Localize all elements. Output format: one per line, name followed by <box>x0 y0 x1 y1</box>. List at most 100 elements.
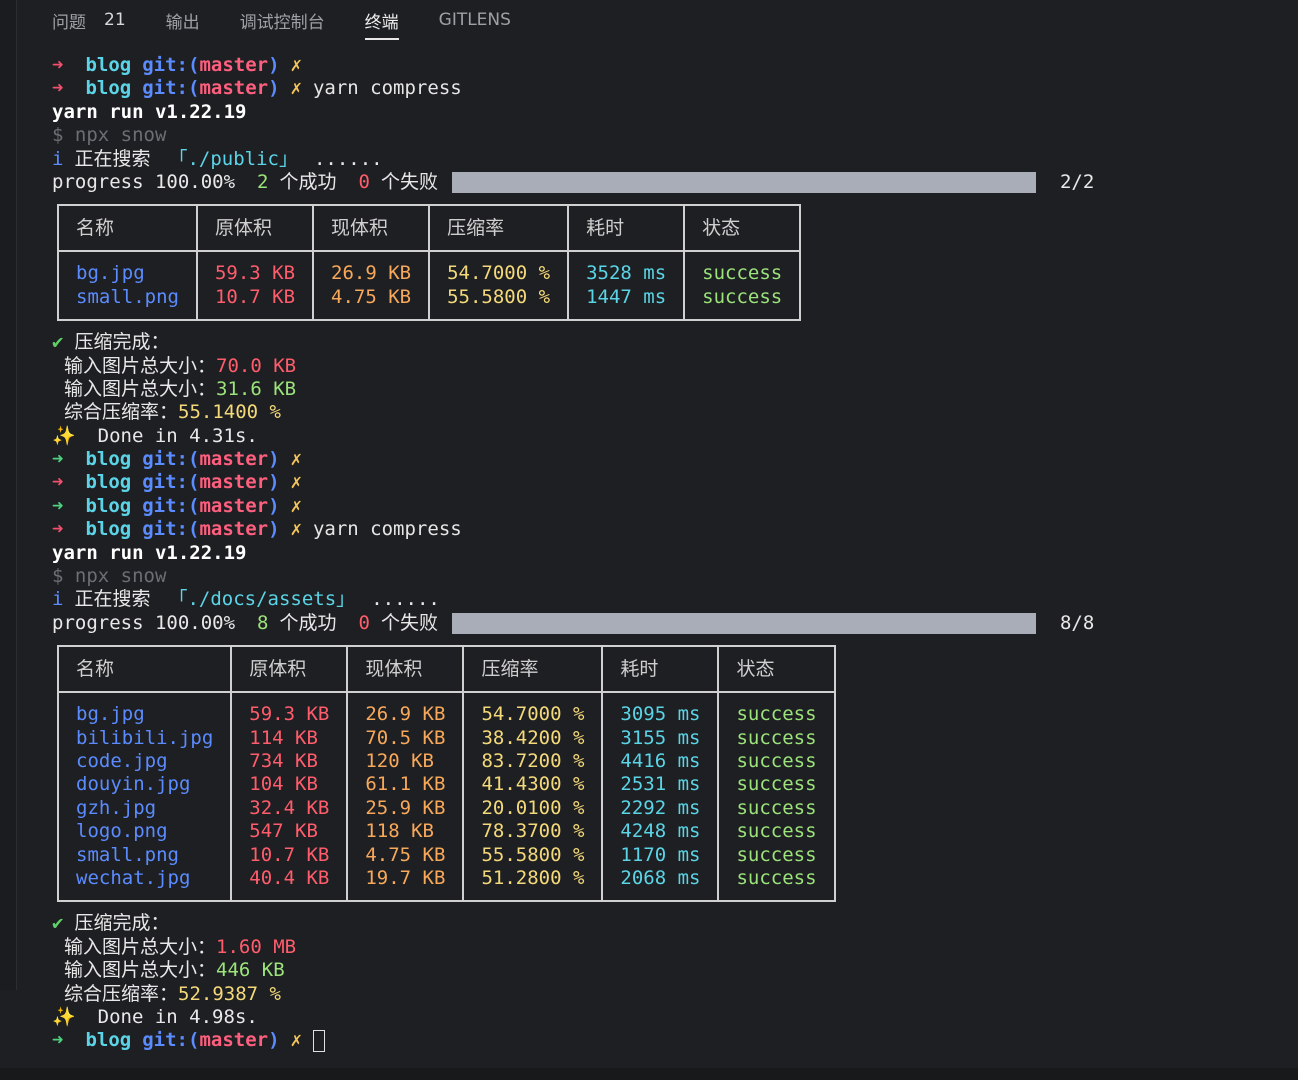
original-size: 40.4 KB <box>249 866 330 889</box>
done-title-line: ✔ 压缩完成： <box>52 912 1094 935</box>
prompt-branch: master <box>199 77 269 100</box>
table-row: bg.jpg small.png 59.3 KB 10.7 KB 26.9 KB 4.75… <box>57 250 802 322</box>
prompt-line: ➜ blog git:(master) ✗ yarn compress <box>52 518 1094 541</box>
prompt-arrow-icon: ➜ <box>52 494 64 517</box>
terminal-output[interactable]: ➜ blog git:(master) ✗ ➜ blog git:(master) ✗ yarn… <box>52 54 1094 1053</box>
prompt-arrow-icon: ➜ <box>52 518 64 541</box>
result-table: 名称 原体积 现体积 压缩率 耗时 状态 bg.jpg bilibili.jpg code.jp… <box>56 645 836 903</box>
tab-terminal[interactable]: 终端 <box>364 0 399 40</box>
done-time: Done in 4.98s. <box>97 1005 258 1028</box>
prompt-dirty-icon: ✗ <box>290 494 302 517</box>
yarn-version: yarn run v1.22.19 <box>52 541 247 564</box>
file-name: small.png <box>76 285 179 308</box>
prompt-branch: master <box>199 54 269 76</box>
column-header: 耗时 <box>567 204 686 253</box>
compression-rate: 83.7200 % <box>481 749 585 772</box>
prompt-dir: blog <box>85 494 132 517</box>
elapsed-time-cell: 3095 ms 3155 ms 4416 ms 2531 ms 2292 ms 4248 … <box>601 691 720 903</box>
prompt-dirty-icon: ✗ <box>290 1029 302 1052</box>
ratio-line: 综合压缩率： 55.1400 % <box>52 401 1094 424</box>
file-name: logo.png <box>76 820 168 843</box>
prompt-dir: blog <box>85 77 132 100</box>
status-text: success <box>702 285 783 308</box>
prompt-paren-close: ) <box>268 448 280 471</box>
status-text: success <box>736 843 817 866</box>
elapsed-time: 3095 ms <box>620 703 701 726</box>
status-strip <box>0 1068 1298 1080</box>
file-name-cell: bg.jpg bilibili.jpg code.jpg douyin.jpg gzh.… <box>56 691 233 903</box>
status-text: success <box>736 703 817 726</box>
done-time: Done in 4.31s. <box>97 424 258 447</box>
column-header: 名称 <box>57 204 198 253</box>
prompt-paren-close: ) <box>268 54 280 76</box>
file-name: wechat.jpg <box>76 866 191 889</box>
prompt-paren-open: ( <box>187 494 200 517</box>
total-ratio: 52.9387 % <box>178 982 281 1005</box>
prompt-git-label: git: <box>142 54 188 76</box>
yarn-run-line: yarn run v1.22.19 <box>52 101 1094 124</box>
original-size-cell: 59.3 KB 114 KB 734 KB 104 KB 32.4 KB 547 KB 10… <box>230 691 349 903</box>
check-icon: ✔ <box>52 912 64 935</box>
status-text-cell: success success success success success succe… <box>717 691 836 903</box>
input-total-label: 输入图片总大小： <box>64 935 217 958</box>
status-text: success <box>736 820 817 843</box>
done-title: 压缩完成： <box>74 331 170 354</box>
progress-line: progress 100.00% 8 个成功 0 个失败 8/8 <box>52 612 1094 635</box>
compression-rate: 38.4200 % <box>481 726 585 749</box>
output-total-line: 输入图片总大小： 446 KB <box>52 959 1094 982</box>
prompt-git-label: git: <box>142 77 188 100</box>
column-header: 现体积 <box>346 645 465 694</box>
terminal-cursor[interactable] <box>312 1029 325 1052</box>
compression-rate: 54.7000 % <box>481 703 585 726</box>
progress-line: progress 100.00% 2 个成功 0 个失败 2/2 <box>52 171 1094 194</box>
prompt-paren-open: ( <box>187 54 200 76</box>
tab-problems-label: 问题 <box>52 12 86 33</box>
tab-debug-console-label: 调试控制台 <box>239 12 325 33</box>
compression-rate: 54.7000 % <box>447 262 551 285</box>
prompt-line: ➜ blog git:(master) ✗ <box>52 495 1094 518</box>
prompt-line: ➜ blog git:(master) ✗ yarn compress <box>52 77 1094 100</box>
column-header: 压缩率 <box>462 645 604 694</box>
progress-bar <box>451 613 1036 634</box>
tab-gitlens[interactable]: GITLENS <box>439 0 511 40</box>
sparkle-icon: ✨ <box>52 424 76 447</box>
file-name: code.jpg <box>76 749 168 772</box>
prompt-paren-close: ) <box>268 77 280 100</box>
prompt-git-label: git: <box>142 1029 188 1052</box>
ratio-label: 综合压缩率： <box>64 982 179 1005</box>
npx-line: $ npx snow <box>52 565 1094 588</box>
search-label: 正在搜索 <box>74 588 151 611</box>
compression-rate: 51.2800 % <box>481 866 585 889</box>
original-size: 59.3 KB <box>214 262 296 285</box>
progress-fraction: 2/2 <box>1059 170 1095 193</box>
left-gutter <box>0 0 17 990</box>
compression-rate: 55.5800 % <box>481 843 585 866</box>
done-title: 压缩完成： <box>74 912 170 935</box>
elapsed-time: 2531 ms <box>620 773 701 796</box>
original-size: 59.3 KB <box>249 703 330 726</box>
prompt-dirty-icon: ✗ <box>290 471 302 494</box>
tab-problems[interactable]: 问题 21 <box>52 0 126 40</box>
fail-label: 个失败 <box>380 611 438 634</box>
search-label: 正在搜索 <box>74 147 151 170</box>
prompt-arrow-icon: ➜ <box>52 54 64 76</box>
file-name: bg.jpg <box>76 703 145 726</box>
column-header: 压缩率 <box>428 204 570 253</box>
prompt-line: ➜ blog git:(master) ✗ <box>52 54 1094 77</box>
prompt-dir: blog <box>85 471 132 494</box>
tab-debug-console[interactable]: 调试控制台 <box>240 0 325 40</box>
success-label: 个成功 <box>279 611 337 634</box>
prompt-arrow-icon: ➜ <box>52 1029 64 1052</box>
prompt-branch: master <box>199 448 269 471</box>
done-time-line: ✨ Done in 4.98s. <box>52 1006 1094 1029</box>
input-total-line: 输入图片总大小： 70.0 KB <box>52 355 1094 378</box>
prompt-paren-open: ( <box>187 471 200 494</box>
ratio-line: 综合压缩率： 52.9387 % <box>52 983 1094 1006</box>
prompt-branch: master <box>199 518 269 541</box>
original-size: 114 KB <box>249 726 318 749</box>
output-total-label: 输入图片总大小： <box>64 959 217 982</box>
tab-output[interactable]: 输出 <box>166 0 200 40</box>
original-size: 10.7 KB <box>214 285 296 308</box>
input-total: 70.0 KB <box>216 354 297 377</box>
prompt-line: ➜ blog git:(master) ✗ <box>52 448 1094 471</box>
